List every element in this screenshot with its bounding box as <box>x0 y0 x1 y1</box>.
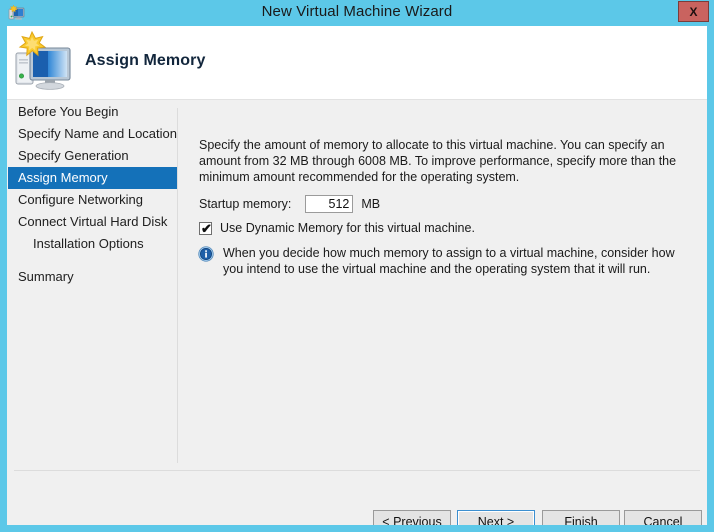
page-description: Specify the amount of memory to allocate… <box>199 138 677 184</box>
close-icon: X <box>689 4 698 19</box>
sidebar-item-connect-virtual-hard-disk[interactable]: Connect Virtual Hard Disk <box>7 211 177 233</box>
sidebar-item-installation-options[interactable]: Installation Options <box>7 233 177 255</box>
startup-memory-input[interactable] <box>305 195 354 213</box>
page-title: Assign Memory <box>85 52 206 69</box>
dialog-footer: < Previous Next > Finish Cancel <box>7 471 707 525</box>
info-icon <box>198 246 214 262</box>
dynamic-memory-checkbox[interactable]: ✔ <box>199 220 212 236</box>
cancel-button[interactable]: Cancel <box>624 510 702 525</box>
sidebar-item-before-you-begin[interactable]: Before You Begin <box>7 101 177 123</box>
wizard-step-list: Before You Begin Specify Name and Locatio… <box>7 101 177 469</box>
sidebar-item-configure-networking[interactable]: Configure Networking <box>7 189 177 211</box>
window-title: New Virtual Machine Wizard <box>261 3 453 20</box>
startup-memory-unit: MB <box>361 197 381 211</box>
startup-memory-label: Startup memory: <box>199 197 292 211</box>
page-banner: Assign Memory <box>7 26 707 100</box>
finish-button[interactable]: Finish <box>542 510 620 525</box>
dialog-client-area: Assign Memory Before You Begin Specify Na… <box>7 26 707 525</box>
next-button[interactable]: Next > <box>457 510 535 525</box>
virtual-machine-icon <box>13 30 77 93</box>
checkmark-icon: ✔ <box>201 220 212 236</box>
startup-memory-row: Startup memory: MB <box>199 194 380 214</box>
new-virtual-machine-wizard-window: New Virtual Machine Wizard X Assign Memo… <box>0 0 714 532</box>
sidebar-item-assign-memory[interactable]: Assign Memory <box>8 167 177 189</box>
sidebar-item-specify-generation[interactable]: Specify Generation <box>7 145 177 167</box>
close-button[interactable]: X <box>678 1 709 22</box>
dynamic-memory-label: Use Dynamic Memory for this virtual mach… <box>220 221 475 235</box>
info-note-text: When you decide how much memory to assig… <box>223 246 675 276</box>
sidebar-item-summary[interactable]: Summary <box>7 266 177 288</box>
info-note: When you decide how much memory to assig… <box>198 245 690 277</box>
sidebar-item-specify-name-and-location[interactable]: Specify Name and Location <box>7 123 177 145</box>
previous-button[interactable]: < Previous <box>373 510 451 525</box>
dynamic-memory-checkbox-row[interactable]: ✔ Use Dynamic Memory for this virtual ma… <box>199 220 475 236</box>
content-pane: Specify the amount of memory to allocate… <box>178 101 707 469</box>
title-bar: New Virtual Machine Wizard X <box>0 0 714 26</box>
